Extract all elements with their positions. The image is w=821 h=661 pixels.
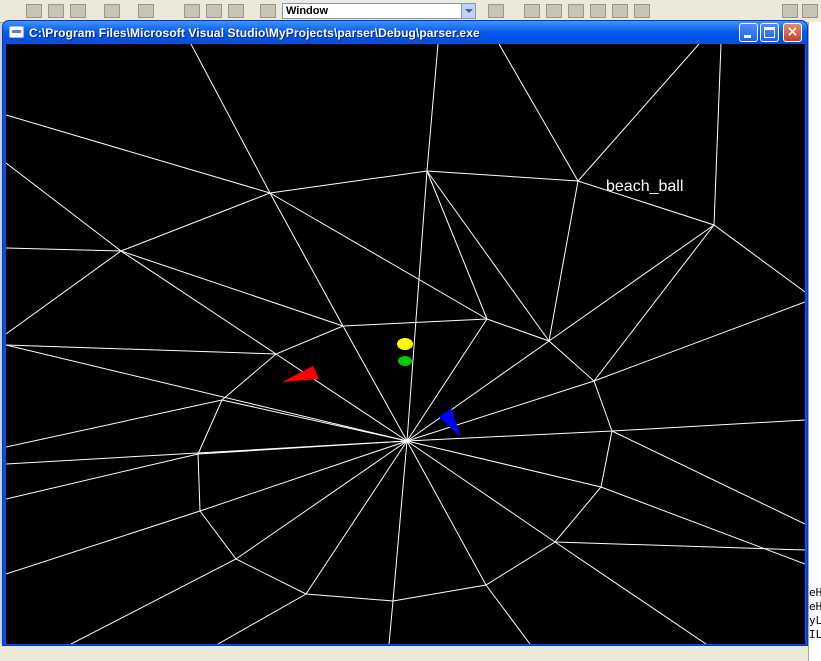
compile-icon[interactable]	[524, 4, 540, 18]
ide-restore-icon[interactable]	[782, 4, 798, 18]
ide-output-text: eH eH yL ILLER	[809, 586, 821, 641]
undo-icon[interactable]	[104, 4, 120, 18]
wire-line	[577, 44, 700, 182]
cut-icon[interactable]	[26, 4, 42, 18]
find-in-files-icon[interactable]	[260, 4, 276, 18]
wire-line	[554, 541, 805, 551]
output-icon[interactable]	[206, 4, 222, 18]
wire-line	[6, 344, 408, 442]
console-app-icon[interactable]	[9, 26, 24, 38]
execute-icon[interactable]	[590, 4, 606, 18]
wire-line	[388, 440, 408, 644]
window-list-icon[interactable]	[228, 4, 244, 18]
wire-line	[406, 419, 805, 442]
ide-status-area	[0, 644, 808, 661]
wire-line	[6, 250, 122, 335]
wire-line	[426, 170, 550, 342]
object-label: beach_ball	[606, 178, 684, 195]
window-combo-value: Window	[286, 5, 329, 17]
wire-line	[406, 44, 439, 442]
window-combo[interactable]: Window	[282, 3, 476, 19]
wire-line	[269, 192, 488, 320]
wire-line	[6, 399, 408, 448]
wire-line	[406, 440, 531, 644]
wire-line	[6, 162, 408, 442]
wire-line	[406, 224, 715, 442]
wire-line	[548, 180, 579, 342]
wizard-icon[interactable]	[488, 4, 504, 18]
close-icon: ×	[786, 24, 799, 40]
ide-close-icon[interactable]	[802, 4, 818, 18]
breakpoint-icon[interactable]	[634, 4, 650, 18]
blue-marker	[439, 408, 461, 437]
wire-line	[120, 250, 344, 327]
wire-line	[713, 44, 722, 226]
wire-line	[190, 44, 408, 442]
chevron-down-icon[interactable]	[461, 4, 475, 18]
redo-icon[interactable]	[138, 4, 154, 18]
go-icon[interactable]	[612, 4, 628, 18]
paste-icon[interactable]	[70, 4, 86, 18]
wire-line	[6, 440, 408, 500]
green-ball	[398, 356, 412, 366]
minimize-button[interactable]	[739, 23, 758, 42]
ide-output-panel	[808, 22, 821, 661]
workspace-icon[interactable]	[184, 4, 200, 18]
window-title: C:\Program Files\Microsoft Visual Studio…	[29, 26, 480, 40]
wireframe-scene	[6, 44, 805, 644]
render-viewport[interactable]: beach_ball	[6, 44, 805, 644]
wire-line	[6, 344, 277, 355]
wire-line	[498, 44, 579, 182]
wire-line	[6, 170, 805, 293]
title-bar[interactable]: C:\Program Files\Microsoft Visual Studio…	[3, 21, 807, 45]
wire-line	[6, 114, 271, 194]
build-icon[interactable]	[546, 4, 562, 18]
red-marker	[282, 366, 319, 382]
copy-icon[interactable]	[48, 4, 64, 18]
close-button[interactable]: ×	[783, 23, 802, 42]
wire-line	[611, 430, 805, 525]
stop-build-icon[interactable]	[568, 4, 584, 18]
wire-line	[217, 440, 408, 644]
wire-line	[406, 301, 805, 442]
maximize-button[interactable]	[760, 23, 779, 42]
yellow-ball	[397, 338, 413, 350]
wire-line	[593, 224, 715, 382]
wire-line	[406, 170, 488, 442]
